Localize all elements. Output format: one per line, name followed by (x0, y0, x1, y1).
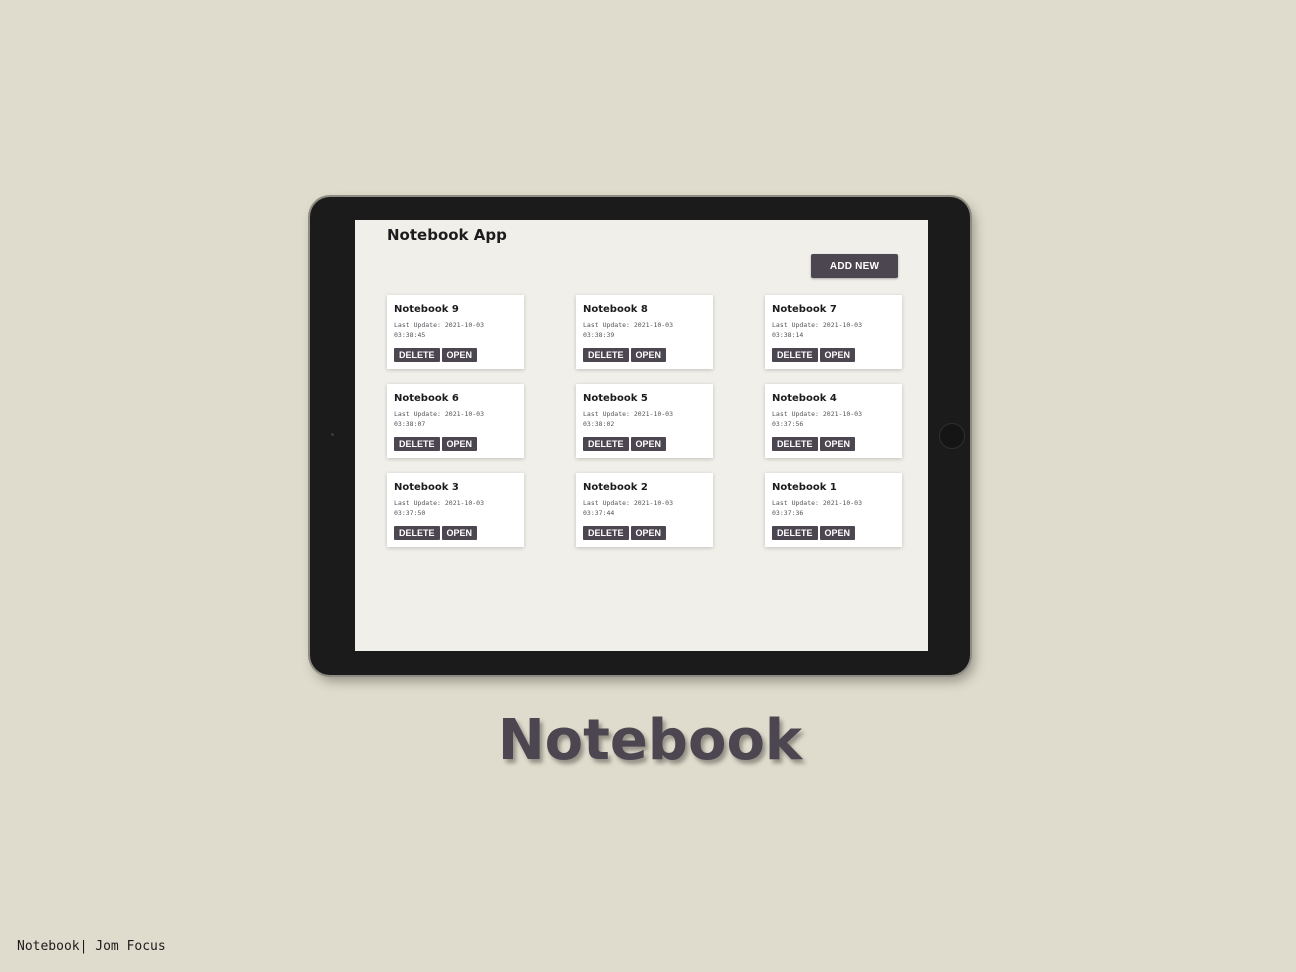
delete-button[interactable]: DELETE (394, 526, 440, 540)
delete-button[interactable]: DELETE (772, 526, 818, 540)
open-button[interactable]: OPEN (819, 526, 856, 540)
notebook-card: Notebook 7 Last Update: 2021-10-03 03:38… (765, 295, 902, 369)
card-actions: DELETE OPEN (394, 526, 478, 540)
notebook-title: Notebook 2 (583, 482, 648, 493)
card-actions: DELETE OPEN (394, 348, 478, 362)
delete-button[interactable]: DELETE (772, 437, 818, 451)
last-update-text: Last Update: 2021-10-03 03:37:44 (583, 499, 674, 517)
last-update-text: Last Update: 2021-10-03 03:37:36 (772, 499, 863, 517)
camera-sensor (331, 433, 334, 436)
home-button[interactable] (939, 423, 965, 449)
open-button[interactable]: OPEN (630, 348, 667, 362)
last-update-text: Last Update: 2021-10-03 03:38:39 (583, 321, 674, 339)
notebook-card: Notebook 9 Last Update: 2021-10-03 03:38… (387, 295, 524, 369)
footer-caption: Notebook| Jom Focus (17, 939, 166, 954)
last-update-text: Last Update: 2021-10-03 03:38:07 (394, 410, 485, 428)
notebook-card: Notebook 2 Last Update: 2021-10-03 03:37… (576, 473, 713, 547)
hero-title: Notebook (497, 708, 803, 773)
open-button[interactable]: OPEN (441, 348, 478, 362)
notebook-grid: Notebook 9 Last Update: 2021-10-03 03:38… (387, 295, 903, 547)
last-update-text: Last Update: 2021-10-03 03:37:56 (772, 410, 863, 428)
notebook-card: Notebook 1 Last Update: 2021-10-03 03:37… (765, 473, 902, 547)
open-button[interactable]: OPEN (819, 437, 856, 451)
open-button[interactable]: OPEN (630, 526, 667, 540)
open-button[interactable]: OPEN (819, 348, 856, 362)
last-update-text: Last Update: 2021-10-03 03:38:02 (583, 410, 674, 428)
notebook-title: Notebook 9 (394, 304, 459, 315)
card-actions: DELETE OPEN (583, 348, 667, 362)
card-actions: DELETE OPEN (772, 526, 856, 540)
open-button[interactable]: OPEN (441, 526, 478, 540)
notebook-card: Notebook 8 Last Update: 2021-10-03 03:38… (576, 295, 713, 369)
notebook-title: Notebook 3 (394, 482, 459, 493)
card-actions: DELETE OPEN (772, 437, 856, 451)
card-actions: DELETE OPEN (583, 437, 667, 451)
notebook-card: Notebook 5 Last Update: 2021-10-03 03:38… (576, 384, 713, 458)
last-update-text: Last Update: 2021-10-03 03:38:14 (772, 321, 863, 339)
delete-button[interactable]: DELETE (394, 348, 440, 362)
card-actions: DELETE OPEN (772, 348, 856, 362)
tablet-device: Notebook App ADD NEW Notebook 9 Last Upd… (310, 197, 970, 675)
delete-button[interactable]: DELETE (772, 348, 818, 362)
delete-button[interactable]: DELETE (583, 348, 629, 362)
add-new-button[interactable]: ADD NEW (811, 254, 898, 278)
open-button[interactable]: OPEN (630, 437, 667, 451)
notebook-card: Notebook 4 Last Update: 2021-10-03 03:37… (765, 384, 902, 458)
last-update-text: Last Update: 2021-10-03 03:38:45 (394, 321, 485, 339)
notebook-title: Notebook 6 (394, 393, 459, 404)
delete-button[interactable]: DELETE (394, 437, 440, 451)
notebook-title: Notebook 8 (583, 304, 648, 315)
delete-button[interactable]: DELETE (583, 526, 629, 540)
notebook-card: Notebook 6 Last Update: 2021-10-03 03:38… (387, 384, 524, 458)
app-screen: Notebook App ADD NEW Notebook 9 Last Upd… (355, 220, 928, 651)
open-button[interactable]: OPEN (441, 437, 478, 451)
card-actions: DELETE OPEN (394, 437, 478, 451)
delete-button[interactable]: DELETE (583, 437, 629, 451)
notebook-card: Notebook 3 Last Update: 2021-10-03 03:37… (387, 473, 524, 547)
app-title: Notebook App (387, 226, 507, 244)
notebook-title: Notebook 4 (772, 393, 837, 404)
notebook-title: Notebook 5 (583, 393, 648, 404)
notebook-title: Notebook 7 (772, 304, 837, 315)
last-update-text: Last Update: 2021-10-03 03:37:50 (394, 499, 485, 517)
notebook-title: Notebook 1 (772, 482, 837, 493)
card-actions: DELETE OPEN (583, 526, 667, 540)
